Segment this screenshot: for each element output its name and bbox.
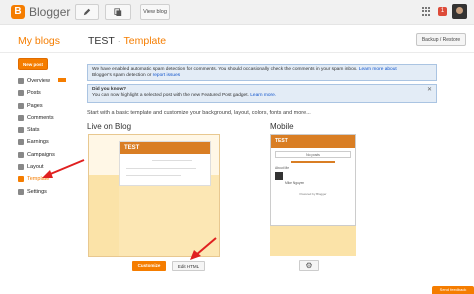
campaigns-icon: [18, 151, 24, 158]
title-separator: ·: [117, 37, 121, 46]
sidebar-item-pages[interactable]: Pages: [16, 100, 76, 112]
send-feedback-button[interactable]: Send feedback: [432, 286, 474, 294]
learn-more-link-2[interactable]: Learn more.: [250, 93, 276, 98]
apps-icon[interactable]: [422, 7, 431, 16]
mobile-preview[interactable]: TEST No posts About Me Mike Nguyen Power…: [270, 134, 356, 226]
template-arrow-icon: [42, 159, 85, 178]
sidebar-item-overview[interactable]: Overview: [16, 75, 76, 87]
intro-text: Start with a basic template and customiz…: [87, 110, 311, 116]
stats-icon: [18, 127, 24, 134]
notification-badge[interactable]: 1: [438, 7, 447, 16]
edit-html-arrow-icon: [190, 237, 217, 260]
edit-html-button[interactable]: Edit HTML: [172, 261, 205, 271]
top-bar: B Blogger View blog 1: [0, 0, 474, 25]
spam-detection-text: Blogger's spam detection: [92, 73, 146, 78]
mobile-blog-title: TEST: [271, 135, 355, 148]
preview-line: [126, 168, 196, 169]
settings-icon: [18, 188, 24, 195]
preview-line: [126, 175, 181, 176]
sidebar-item-stats[interactable]: Stats: [16, 124, 76, 136]
notice-text: You can now highlight a selected post wi…: [92, 93, 249, 98]
spam-notice-text: We have enabled automatic spam detection…: [92, 67, 358, 72]
new-post-button[interactable]: New post: [18, 58, 48, 70]
customize-button[interactable]: Customize: [132, 261, 166, 271]
pencil-icon: [83, 8, 91, 16]
section-name: Template: [123, 35, 167, 47]
page-title: TEST · Template: [88, 35, 166, 47]
mobile-preview-bg: [270, 226, 356, 256]
my-blogs-link[interactable]: My blogs: [18, 35, 60, 47]
header-divider: [0, 52, 474, 53]
overview-icon: [18, 78, 24, 84]
layout-icon: [18, 164, 24, 171]
sidebar-item-label: Pages: [27, 102, 43, 109]
mobile-profile-name: Mike Nguyen: [285, 181, 305, 185]
sidebar-item-posts[interactable]: Posts: [16, 87, 76, 99]
preview-card: TEST: [119, 141, 211, 186]
gear-icon: ⚙: [305, 261, 313, 270]
template-icon: [18, 176, 24, 183]
sidebar-item-label: Stats: [27, 127, 40, 134]
backup-restore-button[interactable]: Backup / Restore: [416, 33, 466, 46]
mobile-heading: Mobile: [270, 122, 294, 131]
sidebar-item-settings[interactable]: Settings: [16, 186, 76, 198]
new-post-pencil-button[interactable]: [75, 4, 99, 20]
pages-icon: [18, 102, 24, 109]
live-on-blog-heading: Live on Blog: [87, 122, 132, 131]
sidebar-item-label: Settings: [27, 188, 47, 195]
did-you-know-notice: Did you know? You can now highlight a se…: [87, 84, 437, 103]
blog-name: TEST: [88, 35, 115, 47]
close-icon[interactable]: ✕: [427, 87, 432, 93]
earnings-icon: [18, 139, 24, 146]
sidebar-item-label: Overview: [27, 78, 50, 84]
spam-or-text: or: [147, 73, 152, 78]
sidebar-item-label: Campaigns: [27, 151, 55, 158]
view-blog-button[interactable]: View blog: [140, 4, 170, 20]
posts-icon: [18, 90, 24, 97]
app-name[interactable]: Blogger: [29, 5, 70, 19]
sidebar-item-label: Earnings: [27, 139, 49, 146]
copy-icon: [114, 8, 122, 16]
copy-button[interactable]: [105, 4, 131, 20]
mobile-settings-button[interactable]: ⚙: [299, 260, 319, 271]
blogger-logo-icon[interactable]: B: [11, 5, 25, 19]
preview-blog-title: TEST: [120, 142, 210, 154]
sidebar-item-comments[interactable]: Comments: [16, 112, 76, 124]
avatar[interactable]: [452, 4, 467, 19]
learn-more-link[interactable]: Learn more about: [359, 67, 397, 72]
sidebar-item-label: Posts: [27, 90, 41, 97]
preview-line: [152, 160, 192, 161]
mobile-divider: [291, 161, 335, 163]
report-issues-link[interactable]: report issues: [153, 73, 180, 78]
spam-notice: We have enabled automatic spam detection…: [87, 64, 437, 81]
comments-icon: [18, 114, 24, 121]
mobile-profile-pic: [275, 172, 283, 180]
sidebar-item-earnings[interactable]: Earnings: [16, 136, 76, 148]
mobile-powered-by: Powered by Blogger: [299, 192, 327, 196]
mobile-posts-bar: No posts: [275, 151, 351, 158]
sidebar-item-label: Comments: [27, 114, 54, 121]
